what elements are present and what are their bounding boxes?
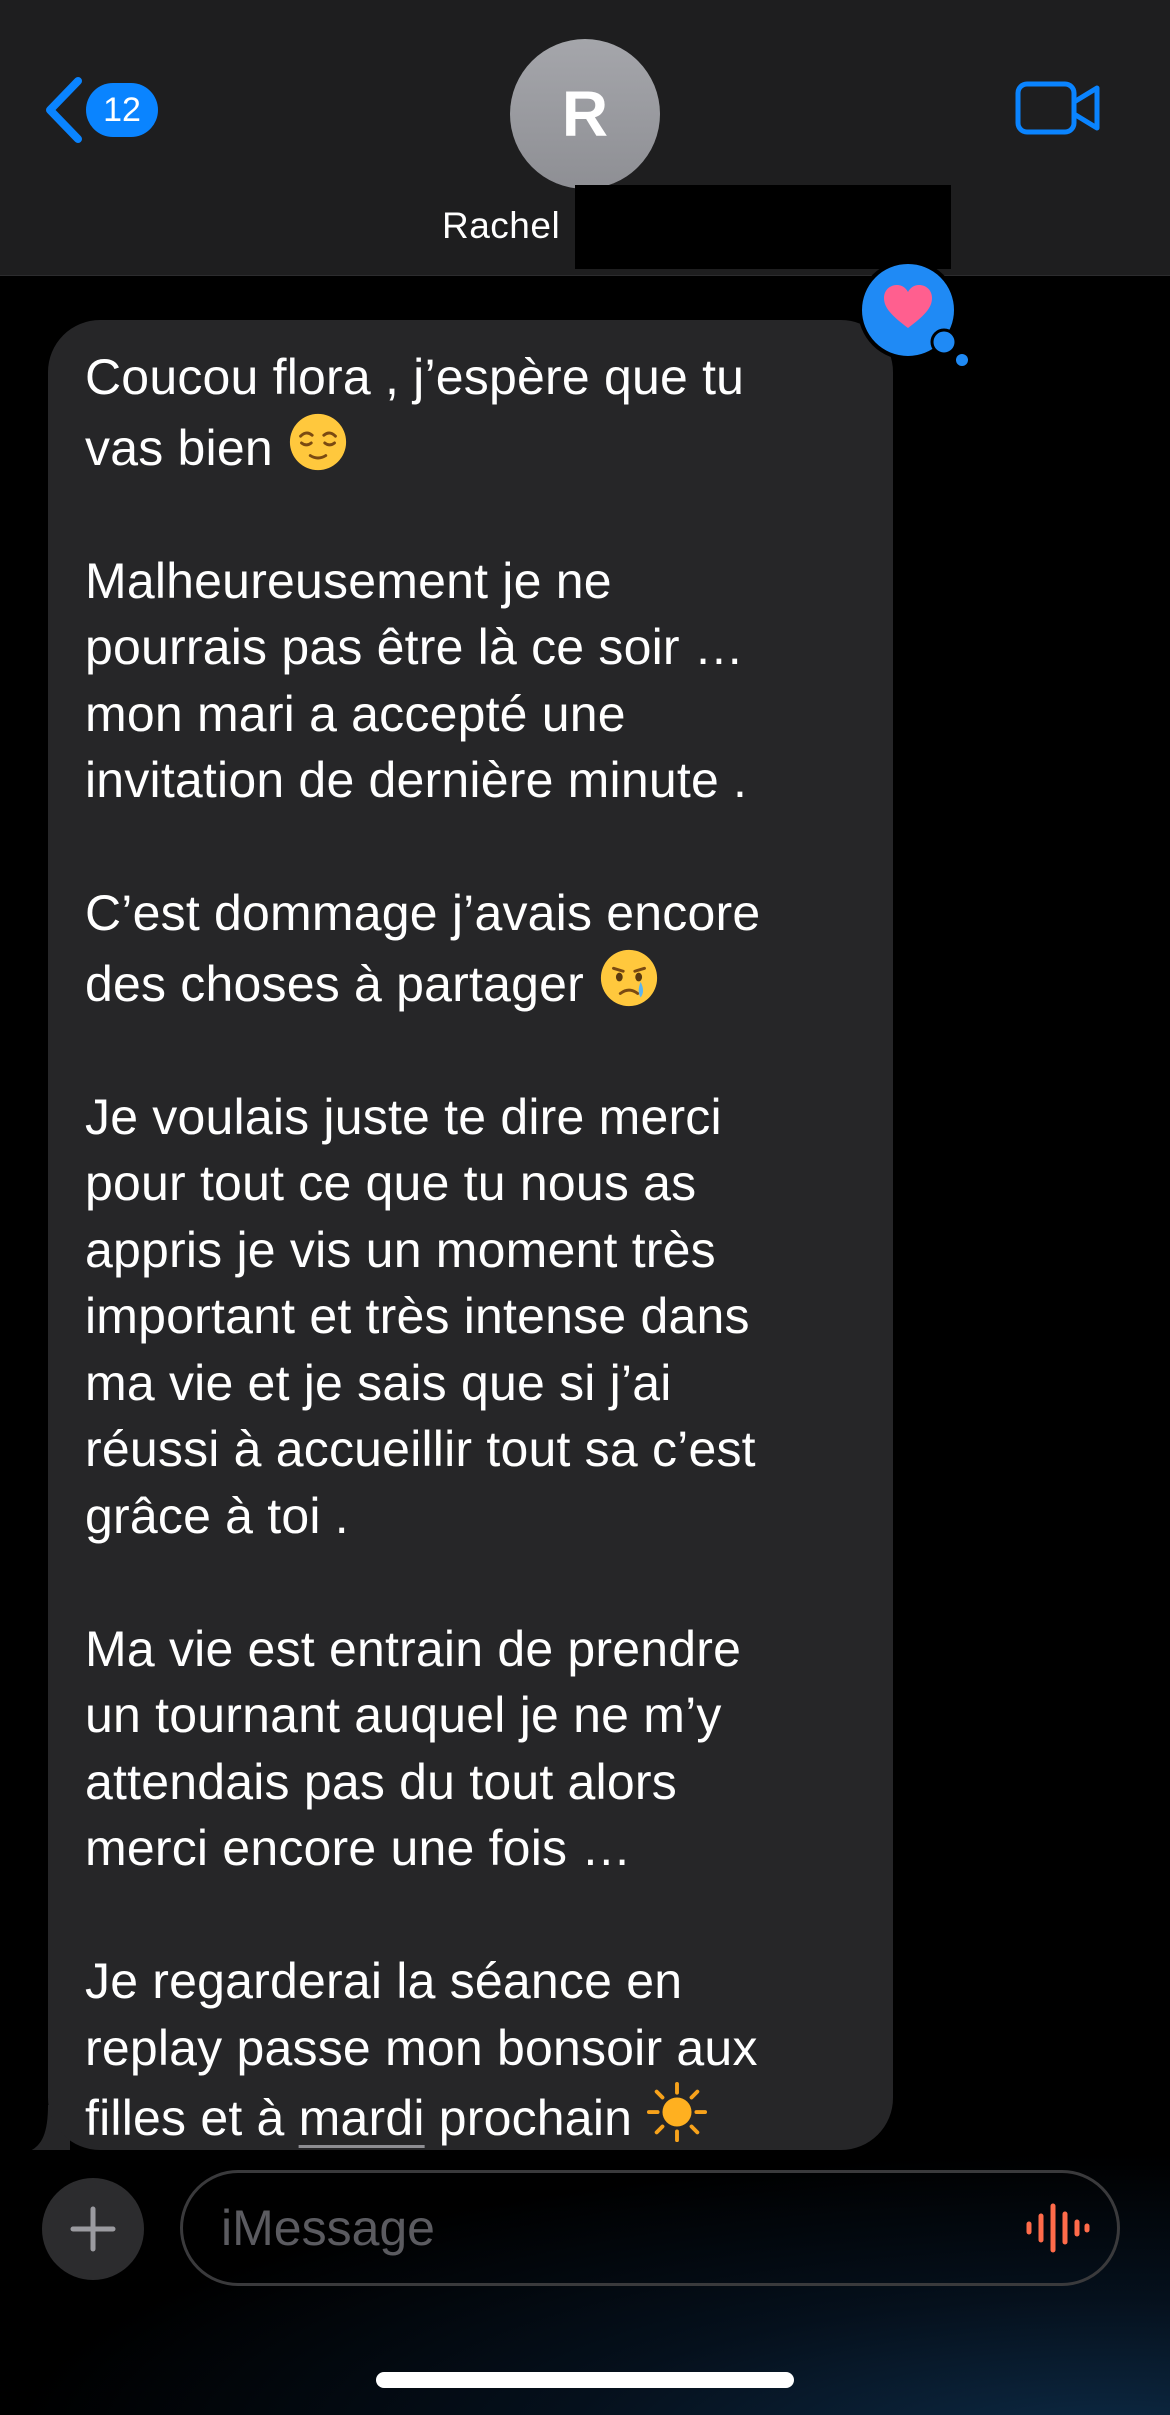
message-paragraph: Malheureusement je ne pourrais pas être … (85, 548, 857, 814)
apps-plus-button[interactable] (42, 2178, 144, 2280)
contact-avatar[interactable]: R (510, 39, 660, 189)
date-link[interactable]: mardi (299, 2090, 425, 2146)
message-paragraph: Je regarderai la séance en replay passe … (85, 1948, 857, 2152)
message-paragraph: Je voulais juste te dire merci pour tout… (85, 1084, 857, 1550)
crying-face-emoji (600, 949, 658, 1006)
message-paragraph: Ma vie est entrain de prendre un tournan… (85, 1616, 857, 1882)
heart-reaction-icon[interactable] (858, 260, 970, 372)
facetime-video-icon[interactable] (1015, 78, 1101, 138)
message-text: Je voulais juste te dire merci pour tout… (85, 1088, 756, 1544)
message-paragraph: C’est dommage j’avais encore des choses … (85, 880, 857, 1017)
unread-count-badge: 12 (86, 83, 158, 137)
conversation-header: 12 R Rachel (0, 0, 1170, 276)
message-text: Coucou flora , j’espère que tu vas bien (85, 349, 745, 476)
message-text: Ma vie est entrain de prendre un tournan… (85, 1620, 742, 1877)
voice-memo-icon[interactable] (1022, 2200, 1092, 2256)
contact-name: Rachel (442, 205, 561, 246)
redacted-surname (575, 185, 951, 269)
avatar-initial: R (561, 78, 609, 150)
relieved-face-emoji (289, 413, 347, 470)
home-indicator[interactable] (376, 2372, 794, 2388)
message-text: prochain (424, 2090, 647, 2146)
chevron-left-icon (46, 77, 82, 143)
message-text: Malheureusement je ne pourrais pas être … (85, 552, 748, 809)
imessage-input[interactable] (180, 2170, 1120, 2286)
sun-emoji (647, 2081, 708, 2143)
contact-name-row[interactable]: Rachel (0, 185, 1170, 270)
back-button[interactable]: 12 (40, 70, 158, 150)
message-paragraph: Coucou flora , j’espère que tu vas bien (85, 344, 857, 481)
incoming-message-bubble[interactable]: Coucou flora , j’espère que tu vas bien … (48, 320, 893, 2150)
plus-icon (70, 2206, 116, 2252)
